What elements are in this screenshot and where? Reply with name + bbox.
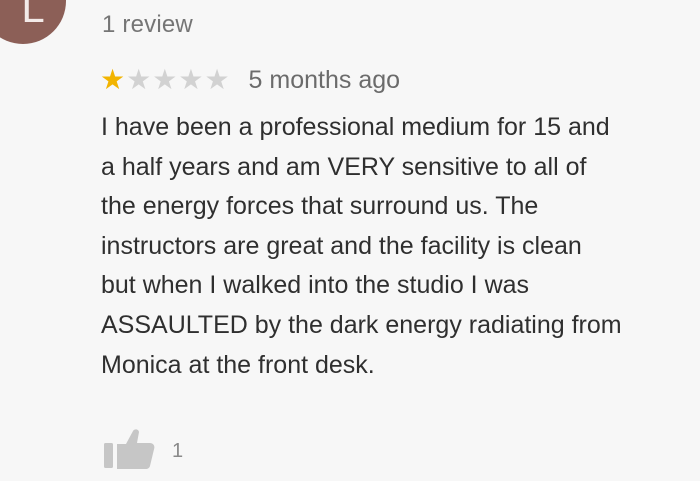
helpful-action[interactable]: 1 [102, 424, 183, 470]
helpful-count: 1 [172, 439, 184, 462]
review-line: a half years and am VERY sensitive to al… [101, 152, 587, 181]
review-line: Monica at the front desk. [101, 350, 375, 379]
reviewer-avatar[interactable]: L [0, 0, 66, 44]
review-line: instructors are great and the facility i… [101, 231, 582, 260]
review-body: I have been a professional medium for 15… [101, 108, 700, 385]
rating-row: ★ ★ ★ ★ ★ 5 months ago [100, 62, 400, 98]
review-line: the energy forces that surround us. The [101, 192, 539, 221]
star-icon-4: ★ [178, 64, 204, 95]
review-line: but when I walked into the studio I was [101, 271, 530, 300]
star-icon-5: ★ [204, 64, 230, 95]
review-line: I have been a professional medium for 15… [101, 113, 610, 141]
review-card: L 1 review ★ ★ ★ ★ ★ 5 months ago I have… [0, 0, 700, 481]
thumbs-up-icon[interactable] [102, 424, 156, 470]
review-line: ASSAULTED by the dark energy radiating f… [101, 310, 622, 339]
avatar-letter: L [21, 0, 45, 31]
review-timestamp: 5 months ago [248, 65, 401, 94]
star-icon-1: ★ [100, 64, 126, 95]
star-icon-3: ★ [152, 64, 178, 95]
star-icon-2: ★ [126, 64, 152, 95]
reviewer-review-count: 1 review [102, 11, 193, 38]
